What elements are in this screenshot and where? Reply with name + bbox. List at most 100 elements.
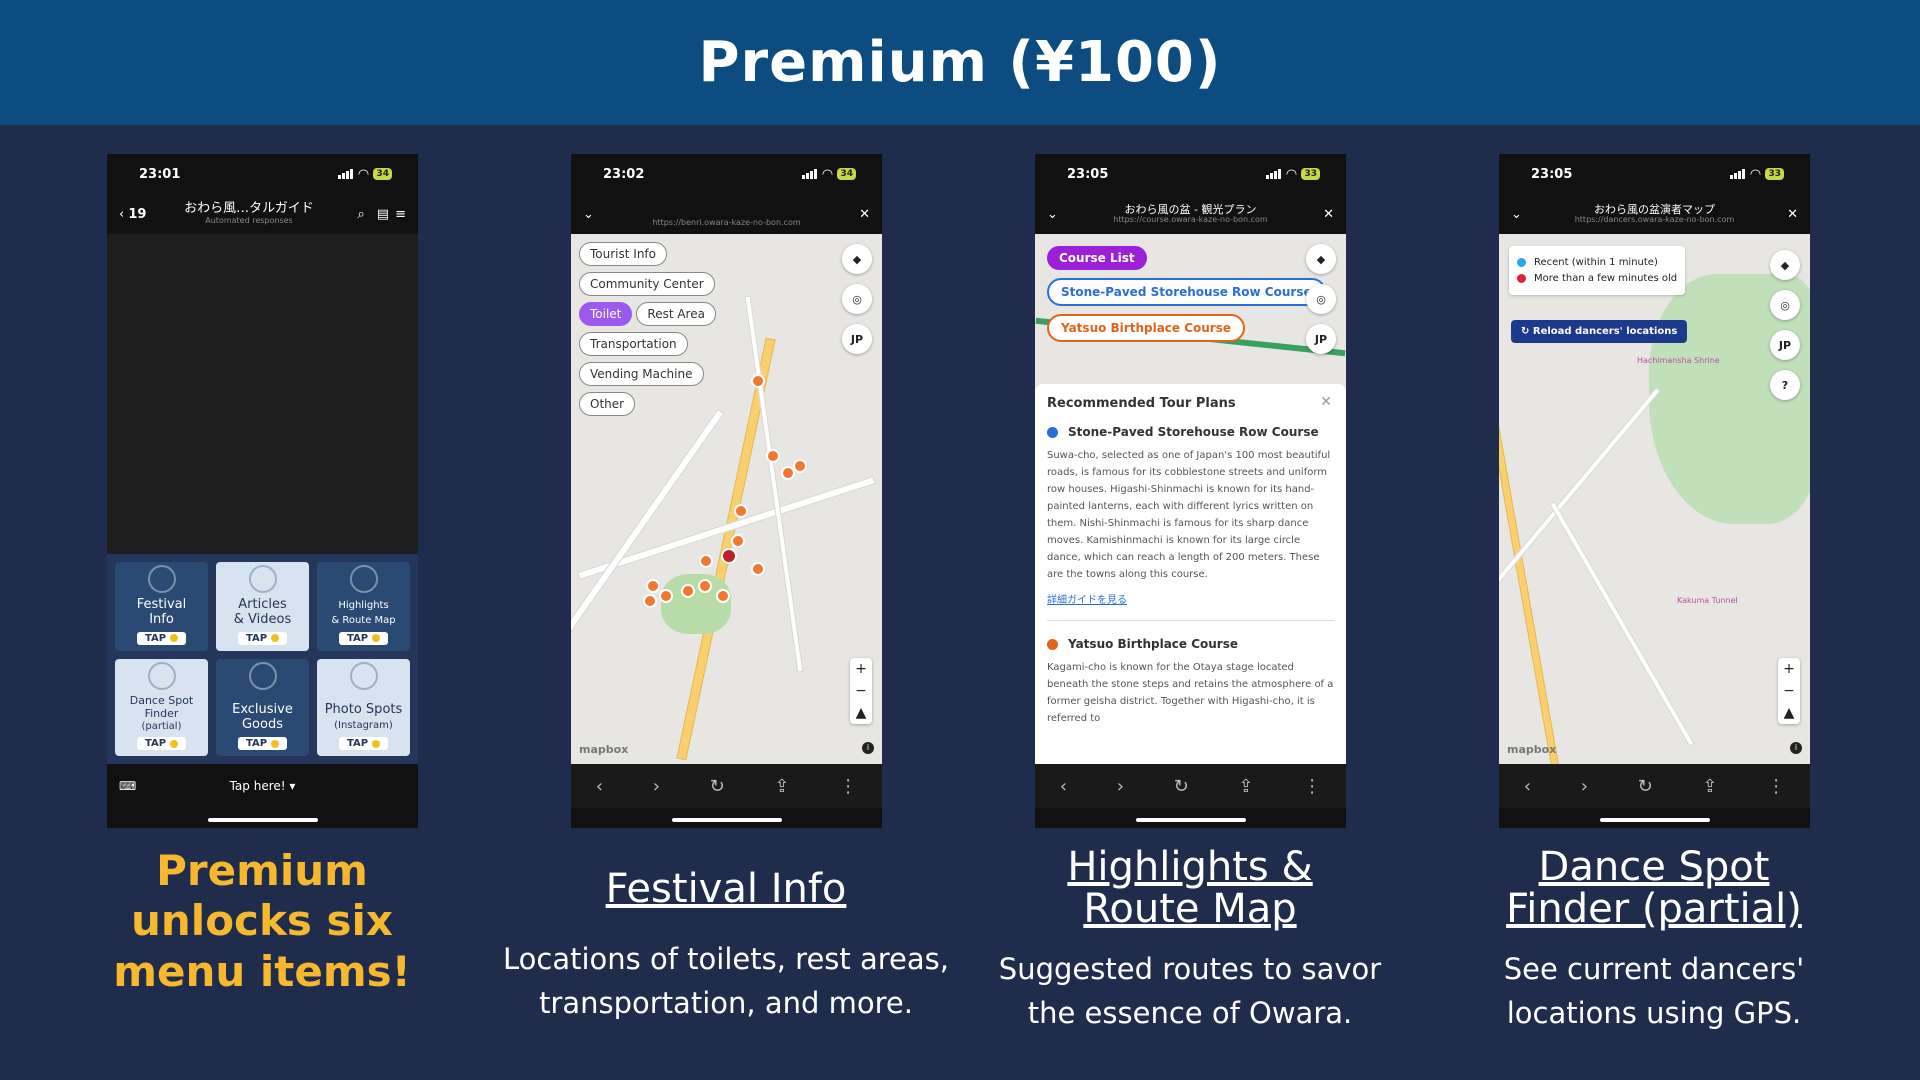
keyboard-icon[interactable]: ⌨	[119, 779, 136, 793]
toilet-pin[interactable]	[681, 584, 695, 598]
more-icon[interactable]: ⋮	[839, 776, 857, 797]
course-list-button[interactable]: Course List	[1047, 246, 1147, 270]
layers-icon[interactable]: ◆	[842, 244, 872, 274]
stone-paved-course-button[interactable]: Stone-Paved Storehouse Row Course	[1047, 278, 1326, 306]
help-button[interactable]: ?	[1770, 370, 1800, 400]
menu-exclusive-goods[interactable]: Exclusive Goods TAP	[216, 658, 309, 756]
locate-icon[interactable]: ◎	[1306, 284, 1336, 314]
toilet-pin[interactable]	[659, 589, 673, 603]
menu-dance-spot-finder[interactable]: Dance Spot Finder (partial) TAP	[115, 658, 208, 756]
map-road	[1549, 501, 1695, 747]
back-icon[interactable]: ‹	[1524, 776, 1531, 797]
toilet-pin[interactable]	[766, 449, 780, 463]
chevron-down-icon[interactable]: ⌄	[583, 207, 594, 222]
language-button[interactable]: JP	[1770, 330, 1800, 360]
signal-icon	[338, 169, 354, 179]
chip-toilet[interactable]: Toilet	[579, 302, 633, 326]
forward-icon[interactable]: ›	[1581, 776, 1588, 797]
chip-community-center[interactable]: Community Center	[579, 272, 715, 296]
menu-photo-spots[interactable]: Photo Spots (Instagram) TAP	[317, 658, 410, 756]
share-icon[interactable]: ⇪	[1238, 776, 1253, 797]
close-icon[interactable]: ✕	[1323, 207, 1334, 222]
route-map[interactable]: Course List Stone-Paved Storehouse Row C…	[1035, 234, 1346, 764]
status-time: 23:02	[603, 166, 645, 182]
yatsuo-course-button[interactable]: Yatsuo Birthplace Course	[1047, 314, 1246, 342]
zoom-in-button[interactable]: +	[1778, 658, 1800, 680]
forward-icon[interactable]: ›	[1117, 776, 1124, 797]
back-button[interactable]: ‹ 19	[119, 207, 146, 222]
current-location-pin[interactable]	[721, 548, 737, 564]
chip-vending-machine[interactable]: Vending Machine	[579, 362, 704, 386]
close-icon[interactable]: ✕	[1787, 207, 1798, 222]
zoom-out-button[interactable]: −	[850, 680, 872, 702]
toilet-pin[interactable]	[643, 594, 657, 608]
language-button[interactable]: JP	[842, 324, 872, 354]
chevron-down-icon[interactable]: ⌄	[1511, 207, 1522, 222]
festival-map[interactable]: Tourist Info Community Center Toilet Rest …	[571, 234, 882, 764]
layers-icon[interactable]: ◆	[1306, 244, 1336, 274]
share-icon[interactable]: ⇪	[774, 776, 789, 797]
forward-icon[interactable]: ›	[653, 776, 660, 797]
course-1-title[interactable]: Stone-Paved Storehouse Row Course	[1047, 425, 1334, 439]
search-icon[interactable]: ⌕	[358, 207, 365, 222]
toilet-pin[interactable]	[734, 504, 748, 518]
toilet-pin[interactable]	[698, 579, 712, 593]
reload-icon[interactable]: ↻	[1174, 776, 1189, 797]
tap-badge: TAP	[136, 631, 187, 645]
status-bar: 23:05 ◠ 33	[1499, 154, 1810, 194]
chip-rest-area[interactable]: Rest Area	[636, 302, 716, 326]
zoom-out-button[interactable]: −	[1778, 680, 1800, 702]
zoom-in-button[interactable]: +	[850, 658, 872, 680]
menu-festival-info[interactable]: Festival Info TAP	[115, 562, 208, 651]
festival-icon	[147, 565, 176, 593]
zoom-control[interactable]: + − ▲	[1778, 658, 1800, 724]
compass-icon[interactable]: ▲	[1778, 702, 1800, 724]
zoom-control[interactable]: + − ▲	[850, 658, 872, 724]
language-button[interactable]: JP	[1306, 324, 1336, 354]
mapbox-logo: mapbox	[1507, 743, 1557, 756]
locate-icon[interactable]: ◎	[842, 284, 872, 314]
notes-icon[interactable]: ▤	[377, 207, 389, 222]
layers-icon[interactable]: ◆	[1770, 250, 1800, 280]
back-icon[interactable]: ‹	[596, 776, 603, 797]
toilet-pin[interactable]	[716, 589, 730, 603]
caption-highlights: Highlights & Route Map Suggested routes …	[990, 846, 1390, 1035]
reload-dancers-button[interactable]: ↻ Reload dancers' locations	[1511, 320, 1688, 343]
url-text: https://dancers.owara-kaze-no-bon.com	[1574, 214, 1735, 224]
guide-link[interactable]: 詳細ガイドを見る	[1047, 591, 1334, 606]
toilet-pin[interactable]	[699, 554, 713, 568]
chip-transportation[interactable]: Transportation	[579, 332, 688, 356]
chevron-down-icon[interactable]: ⌄	[1047, 207, 1058, 222]
tap-here-button[interactable]: Tap here! ▾	[230, 779, 296, 793]
hamburger-menu-icon[interactable]: ≡	[395, 207, 406, 222]
chip-other[interactable]: Other	[579, 392, 636, 416]
reload-icon[interactable]: ↻	[1638, 776, 1653, 797]
menu-highlights-route[interactable]: Highlights & Route Map TAP	[317, 562, 410, 651]
place-label: Kakuma Tunnel	[1677, 596, 1738, 605]
rich-menu: Festival Info TAP Articles & Videos TAP High…	[107, 554, 418, 764]
toilet-pin[interactable]	[731, 534, 745, 548]
more-icon[interactable]: ⋮	[1767, 776, 1785, 797]
browser-toolbar: ‹ › ↻ ⇪ ⋮	[1499, 764, 1810, 808]
info-icon[interactable]: i	[862, 742, 874, 754]
locate-icon[interactable]: ◎	[1770, 290, 1800, 320]
toilet-pin[interactable]	[646, 579, 660, 593]
toilet-pin[interactable]	[781, 466, 795, 480]
toilet-pin[interactable]	[751, 562, 765, 576]
dancer-icon	[147, 661, 176, 690]
info-icon[interactable]: i	[1790, 742, 1802, 754]
close-icon[interactable]: ✕	[1320, 394, 1332, 410]
toilet-pin[interactable]	[793, 459, 807, 473]
close-icon[interactable]: ✕	[859, 207, 870, 222]
share-icon[interactable]: ⇪	[1702, 776, 1717, 797]
back-icon[interactable]: ‹	[1060, 776, 1067, 797]
more-icon[interactable]: ⋮	[1303, 776, 1321, 797]
chip-tourist-info[interactable]: Tourist Info	[579, 242, 667, 266]
tap-badge: TAP	[338, 631, 389, 645]
compass-icon[interactable]: ▲	[850, 702, 872, 724]
recent-dot-icon	[1517, 258, 1526, 267]
course-2-title[interactable]: Yatsuo Birthplace Course	[1047, 637, 1334, 651]
dancer-map[interactable]: Recent (within 1 minute) More than a few…	[1499, 234, 1810, 764]
reload-icon[interactable]: ↻	[710, 776, 725, 797]
menu-articles-videos[interactable]: Articles & Videos TAP	[216, 562, 309, 651]
